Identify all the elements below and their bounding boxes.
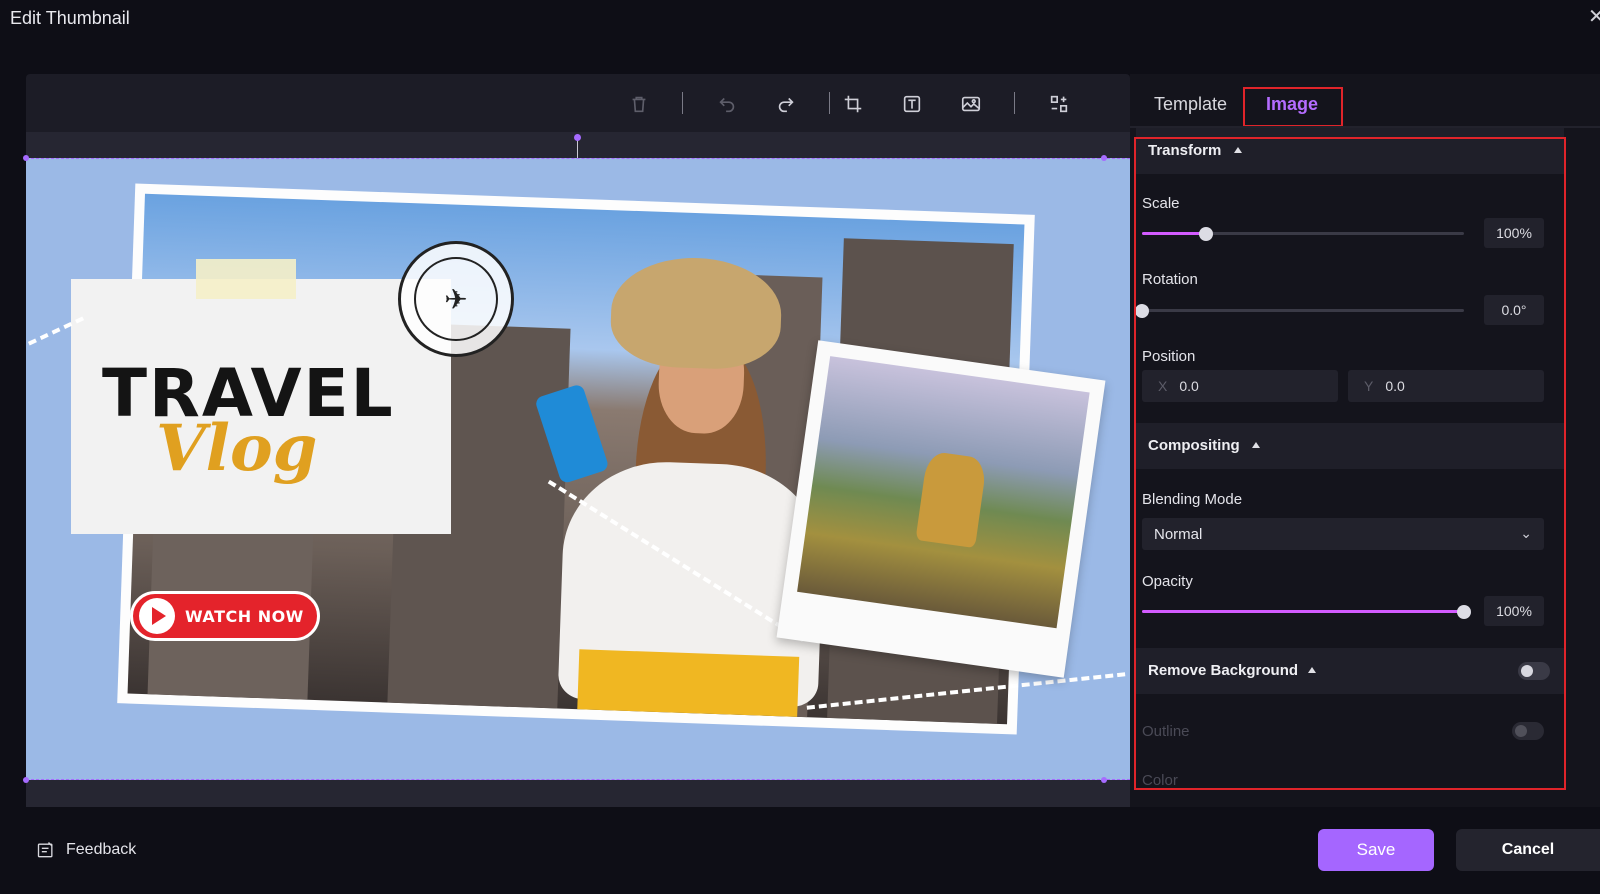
rotation-slider-knob[interactable] xyxy=(1135,304,1149,318)
undo-icon[interactable] xyxy=(713,90,741,118)
resize-handle[interactable] xyxy=(23,155,29,161)
script-text[interactable]: Vlog xyxy=(156,411,317,486)
toggle-knob xyxy=(1515,725,1527,737)
rotation-label: Rotation xyxy=(1142,271,1198,288)
color-label: Color xyxy=(1142,772,1178,789)
text-icon[interactable] xyxy=(898,90,926,118)
feedback-label: Feedback xyxy=(66,841,137,858)
polaroid-photo[interactable] xyxy=(776,340,1106,678)
outline-toggle[interactable] xyxy=(1512,722,1544,740)
opacity-value[interactable]: 100% xyxy=(1484,596,1544,626)
tab-highlight-box xyxy=(1243,87,1343,127)
crop-icon[interactable] xyxy=(839,90,867,118)
tab-template[interactable]: Template xyxy=(1154,94,1227,115)
thumbnail-canvas[interactable]: TRAVEL Vlog ✈ WATCH NOW xyxy=(26,158,1130,780)
chevron-down-icon: ⌄ xyxy=(1520,525,1532,541)
blending-mode-select[interactable]: Normal ⌄ xyxy=(1142,518,1544,550)
editor-area: TRAVEL Vlog ✈ WATCH NOW xyxy=(23,74,1130,807)
replace-icon[interactable] xyxy=(1045,90,1073,118)
resize-handle[interactable] xyxy=(23,777,29,783)
toolbar-divider xyxy=(682,92,683,114)
outline-label: Outline xyxy=(1142,723,1190,740)
scale-label: Scale xyxy=(1142,195,1180,212)
scale-value[interactable]: 100% xyxy=(1484,218,1544,248)
rotation-slider[interactable] xyxy=(1135,304,1464,318)
blending-mode-label: Blending Mode xyxy=(1142,491,1243,508)
compositing-title: Compositing xyxy=(1148,437,1240,454)
scale-slider-knob[interactable] xyxy=(1199,227,1214,241)
remove-background-toggle[interactable] xyxy=(1518,662,1550,680)
y-value: 0.0 xyxy=(1385,378,1405,394)
rotation-handle[interactable] xyxy=(574,134,581,141)
scale-slider[interactable] xyxy=(1142,227,1464,241)
resize-handle[interactable] xyxy=(1101,155,1107,161)
collapse-caret-icon xyxy=(1308,667,1316,673)
save-button[interactable]: Save xyxy=(1318,829,1434,871)
window-title: Edit Thumbnail xyxy=(10,8,130,28)
properties-panel: Template Image Transform Scale 100% Rota… xyxy=(1130,74,1600,807)
transform-title: Transform xyxy=(1148,142,1222,159)
tape-decoration xyxy=(196,259,296,299)
feedback-icon xyxy=(37,842,53,858)
redo-icon[interactable] xyxy=(772,90,800,118)
travel-stamp: ✈ xyxy=(398,241,514,357)
opacity-slider-knob[interactable] xyxy=(1457,605,1471,619)
remove-background-section-header[interactable]: Remove Background xyxy=(1136,648,1564,694)
blending-mode-value: Normal xyxy=(1154,525,1203,543)
feedback-link[interactable]: Feedback xyxy=(36,840,136,860)
collapse-caret-icon xyxy=(1234,147,1242,153)
plane-icon: ✈ xyxy=(414,257,498,341)
resize-handle[interactable] xyxy=(1101,777,1107,783)
remove-background-title: Remove Background xyxy=(1148,662,1299,679)
watch-now-label: WATCH NOW xyxy=(185,606,304,626)
rotation-handle-line xyxy=(577,138,578,158)
opacity-slider-fill xyxy=(1142,610,1464,613)
opacity-slider[interactable] xyxy=(1142,605,1471,619)
play-icon xyxy=(139,598,175,634)
toolbar-divider xyxy=(1014,92,1015,114)
position-x-field[interactable]: X 0.0 xyxy=(1142,370,1338,402)
canvas-area: TRAVEL Vlog ✈ WATCH NOW xyxy=(23,132,1130,807)
x-axis-label: X xyxy=(1158,378,1168,394)
toggle-knob xyxy=(1521,665,1533,677)
image-icon[interactable] xyxy=(957,90,985,118)
transform-section-header[interactable]: Transform xyxy=(1136,128,1564,174)
rotation-value[interactable]: 0.0° xyxy=(1484,295,1544,325)
scale-slider-fill xyxy=(1142,232,1207,235)
x-value: 0.0 xyxy=(1179,378,1199,394)
close-icon[interactable]: ✕ xyxy=(1588,6,1600,28)
position-label: Position xyxy=(1142,348,1196,365)
editor-toolbar xyxy=(26,74,1130,132)
collapse-caret-icon xyxy=(1252,442,1260,448)
opacity-label: Opacity xyxy=(1142,573,1193,590)
trash-icon[interactable] xyxy=(625,90,653,118)
watch-now-badge: WATCH NOW xyxy=(130,591,320,641)
position-y-field[interactable]: Y 0.0 xyxy=(1348,370,1544,402)
y-axis-label: Y xyxy=(1364,378,1374,394)
compositing-section-header[interactable]: Compositing xyxy=(1136,423,1564,469)
cancel-button[interactable]: Cancel xyxy=(1456,829,1600,871)
toolbar-divider xyxy=(829,92,830,114)
